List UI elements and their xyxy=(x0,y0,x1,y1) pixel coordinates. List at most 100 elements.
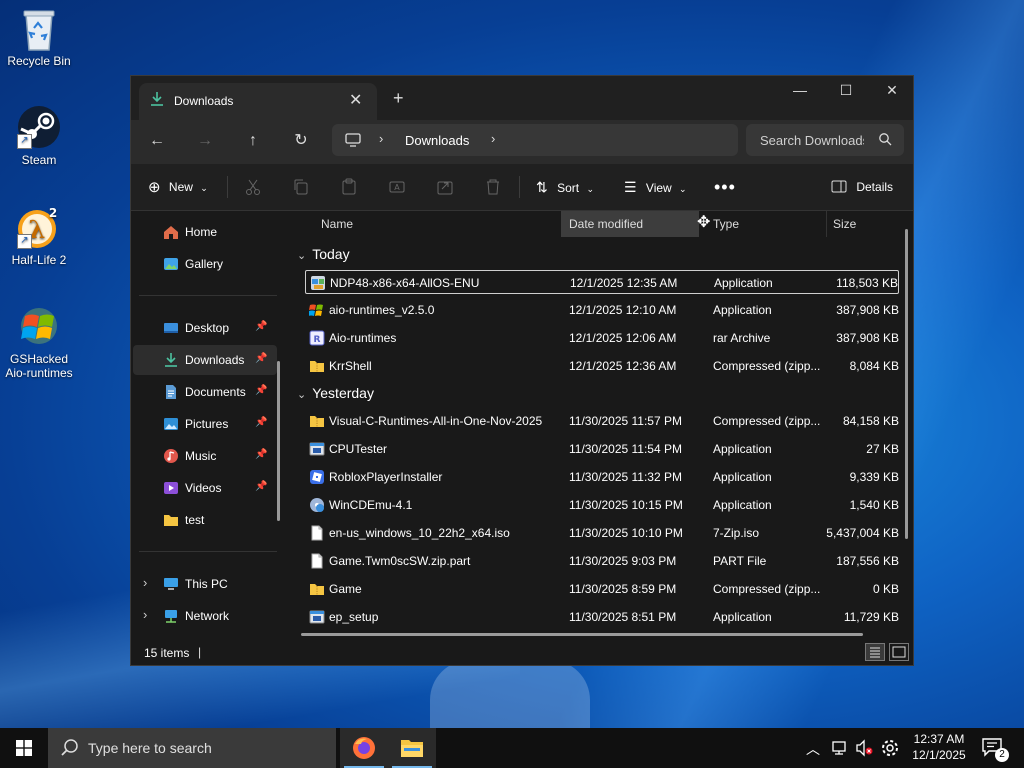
group-header-today[interactable]: ⌄ Today xyxy=(297,246,350,262)
pin-icon[interactable]: 📌 xyxy=(255,321,267,332)
maximize-button[interactable]: ☐ xyxy=(823,76,869,106)
chevron-down-icon: ⌄ xyxy=(586,184,594,194)
speaker-muted-icon[interactable] xyxy=(854,738,874,758)
desktop-icon-gshacked[interactable]: GSHacked Aio-runtimes xyxy=(0,304,79,380)
file-row[interactable]: aio-runtimes_v2.5.0 12/1/2025 12:10 AM App… xyxy=(305,298,899,322)
chevron-up-icon[interactable]: ︿ xyxy=(806,739,826,759)
file-row[interactable]: en-us_windows_10_22h2_x64.iso 11/30/2025 … xyxy=(305,521,899,545)
back-button[interactable]: ← xyxy=(142,130,172,154)
tiles-view-icon[interactable] xyxy=(889,643,909,661)
view-button[interactable]: ☰ View ⌄ xyxy=(624,164,687,210)
chevron-right-icon[interactable]: › xyxy=(143,607,147,622)
file-row[interactable]: RobloxPlayerInstaller 11/30/2025 11:32 PM… xyxy=(305,465,899,489)
new-tab-button[interactable]: + xyxy=(393,88,404,109)
sidebar-item-desktop[interactable]: Desktop 📌 xyxy=(133,313,277,343)
shortcut-arrow-icon: ↗ xyxy=(17,234,32,249)
paste-icon[interactable] xyxy=(340,178,358,196)
minimize-button[interactable]: — xyxy=(777,76,823,106)
home-icon xyxy=(164,226,178,239)
start-button[interactable] xyxy=(0,728,48,768)
rename-icon[interactable]: A xyxy=(388,178,406,196)
file-date-modified: 12/1/2025 12:36 AM xyxy=(569,359,677,373)
desktop-icon-label: Recycle Bin xyxy=(7,54,71,68)
file-name: Game.Twm0scSW.zip.part xyxy=(329,554,471,568)
file-list-horizontal-scrollbar[interactable] xyxy=(301,633,863,636)
refresh-button[interactable]: ↻ xyxy=(286,130,316,154)
column-header-type[interactable]: Type xyxy=(713,211,739,237)
taskbar-app-firefox[interactable] xyxy=(340,728,388,768)
settings-gear-icon[interactable] xyxy=(880,738,900,758)
sidebar-item-network[interactable]: › Network xyxy=(133,601,277,631)
close-window-button[interactable]: ✕ xyxy=(869,76,915,106)
file-list-vertical-scrollbar[interactable] xyxy=(905,229,908,539)
details-view-icon[interactable] xyxy=(865,643,885,661)
up-button[interactable]: ↑ xyxy=(238,130,268,154)
chevron-right-icon[interactable]: › xyxy=(379,131,383,146)
chevron-right-icon[interactable]: › xyxy=(491,131,495,146)
cut-icon[interactable] xyxy=(244,178,262,196)
share-icon[interactable] xyxy=(436,178,454,196)
download-icon xyxy=(165,353,177,367)
file-size: 11,729 KB xyxy=(843,610,899,624)
pin-icon[interactable]: 📌 xyxy=(255,417,267,428)
copy-icon[interactable] xyxy=(292,178,310,196)
file-row[interactable]: Game 11/30/2025 8:59 PM Compressed (zipp..… xyxy=(305,577,899,601)
desktop-icon-label: GSHacked Aio-runtimes xyxy=(5,352,73,380)
taskbar-clock[interactable]: 12:37 AM 12/1/2025 xyxy=(907,731,971,763)
file-row[interactable]: Visual-C-Runtimes-All-in-One-Nov-2025 11/… xyxy=(305,409,899,433)
search-input[interactable]: Search Downloads xyxy=(746,124,904,156)
desktop-icon-steam[interactable]: ↗ Steam xyxy=(0,105,79,167)
file-row[interactable]: CPUTester 11/30/2025 11:54 PM Application 2… xyxy=(305,437,899,461)
sidebar-item-gallery[interactable]: Gallery xyxy=(133,249,277,279)
file-row[interactable]: NDP48-x86-x64-AllOS-ENU 12/1/2025 12:35 A… xyxy=(305,270,899,294)
breadcrumb-downloads[interactable]: Downloads xyxy=(405,133,469,148)
network-icon[interactable] xyxy=(830,738,850,758)
pin-icon[interactable]: 📌 xyxy=(255,353,267,364)
sidebar-item-pictures[interactable]: Pictures 📌 xyxy=(133,409,277,439)
new-button[interactable]: ⊕ New ⌄ xyxy=(148,164,208,210)
sidebar-item-videos[interactable]: Videos 📌 xyxy=(133,473,277,503)
sort-button[interactable]: ⇅ Sort ⌄ xyxy=(536,164,594,210)
column-header-size[interactable]: Size xyxy=(833,211,856,237)
column-header-name[interactable]: Name xyxy=(321,211,353,237)
file-explorer-icon xyxy=(401,740,423,757)
more-options-button[interactable]: ••• xyxy=(714,164,736,210)
file-row[interactable]: WinCDEmu-4.1 11/30/2025 10:15 PM Applicati… xyxy=(305,493,899,517)
taskbar-search-box[interactable]: Type here to search xyxy=(48,728,336,768)
address-bar[interactable]: › Downloads › xyxy=(332,124,738,156)
sidebar-item-home[interactable]: Home xyxy=(133,217,277,247)
sidebar-scrollbar[interactable] xyxy=(277,361,280,521)
details-button[interactable]: Details xyxy=(831,164,893,210)
chevron-down-icon: ⌄ xyxy=(200,183,208,193)
pin-icon[interactable]: 📌 xyxy=(255,449,267,460)
file-date-modified: 12/1/2025 12:35 AM xyxy=(570,276,678,290)
sidebar-item-music[interactable]: Music 📌 xyxy=(133,441,277,471)
file-row[interactable]: ep_setup 11/30/2025 8:51 PM Application 11,… xyxy=(305,605,899,629)
tab-downloads[interactable]: Downloads ✕ xyxy=(139,83,377,120)
delete-icon[interactable] xyxy=(484,178,502,196)
desktop-icon-recycle-bin[interactable]: Recycle Bin xyxy=(0,6,79,68)
desktop-icon-half-life-2[interactable]: λ 2 ↗ Half-Life 2 xyxy=(0,205,79,267)
sidebar-item-test[interactable]: test xyxy=(133,505,277,535)
sidebar-item-downloads[interactable]: Downloads 📌 xyxy=(133,345,277,375)
pin-icon[interactable]: 📌 xyxy=(255,385,267,396)
divider xyxy=(227,176,228,198)
taskbar-app-file-explorer[interactable] xyxy=(388,728,436,768)
file-name: KrrShell xyxy=(329,359,372,373)
sidebar-item-this-pc[interactable]: › This PC xyxy=(133,569,277,599)
notification-center-button[interactable]: 2 xyxy=(981,737,1009,762)
chevron-right-icon[interactable]: › xyxy=(143,575,147,590)
file-row[interactable]: Game.Twm0scSW.zip.part 11/30/2025 9:03 PM… xyxy=(305,549,899,573)
pin-icon[interactable]: 📌 xyxy=(255,481,267,492)
close-tab-icon[interactable]: ✕ xyxy=(349,90,362,110)
column-header-date-modified[interactable]: Date modified xyxy=(561,211,699,237)
svg-text:R: R xyxy=(314,335,321,345)
forward-button[interactable]: → xyxy=(190,130,220,154)
sidebar-item-documents[interactable]: Documents 📌 xyxy=(133,377,277,407)
file-type: Application xyxy=(714,276,773,290)
file-row[interactable]: R Aio-runtimes 12/1/2025 12:06 AM rar Archi… xyxy=(305,326,899,350)
file-row[interactable]: KrrShell 12/1/2025 12:36 AM Compressed (zi… xyxy=(305,354,899,378)
desktop-icon-label: Half-Life 2 xyxy=(11,253,67,267)
group-header-yesterday[interactable]: ⌄ Yesterday xyxy=(297,385,374,401)
roblox-icon xyxy=(309,469,325,485)
